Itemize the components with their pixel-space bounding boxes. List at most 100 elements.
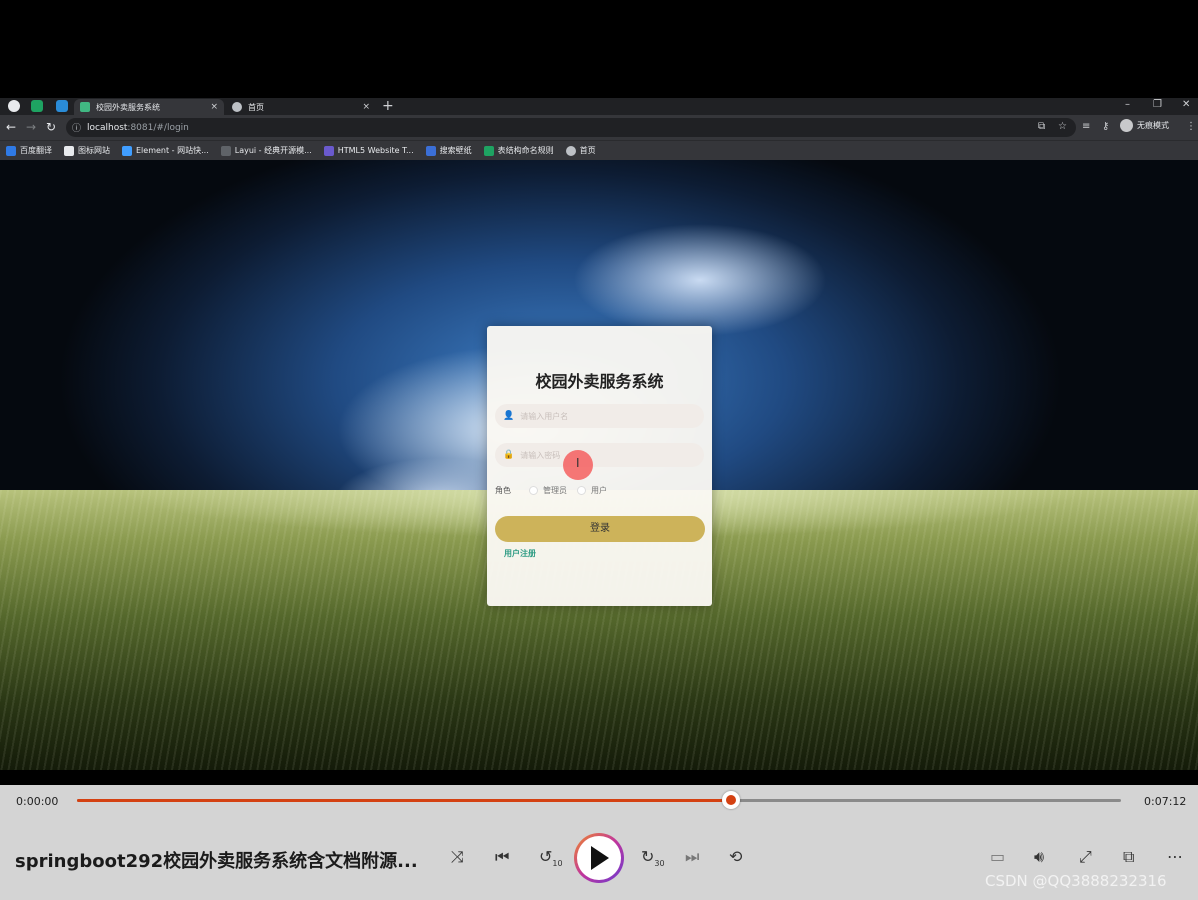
skip-forward-seconds: 30 [654,859,665,869]
translate-icon[interactable]: ⧉ [1038,121,1045,133]
bookmark-item[interactable]: 百度翻译 [6,145,52,156]
site-info-icon[interactable]: ⓘ [72,121,81,134]
url-host: localhost [87,122,128,133]
bookmarks-bar: 百度翻译 图标网站 Element - 网站快... Layui - 经典开源模… [0,140,1198,160]
radio-button[interactable] [529,486,538,495]
seek-bar-progress [77,799,731,802]
page-title: 校园外卖服务系统 [535,372,664,391]
login-button[interactable]: 登录 [495,516,705,542]
more-icon[interactable]: ⋯ [1167,847,1183,867]
password-input[interactable]: 🔒 请输入密码 [495,443,704,467]
incognito-profile[interactable]: 无痕模式 [1120,119,1169,132]
play-button[interactable] [574,833,624,883]
flag-icon [64,145,74,156]
reload-icon[interactable]: ↻ [46,120,56,134]
repeat-icon[interactable]: ⟲ [729,847,742,867]
next-icon[interactable]: ⏭ [685,847,699,867]
username-input[interactable]: 👤 请输入用户名 [495,404,704,428]
seek-thumb[interactable] [722,791,740,809]
close-tab-icon[interactable]: × [362,102,370,112]
login-page-background: 校园外卖服务系统 👤 请输入用户名 🔒 请输入密码 角色 管理员 用户 登录 用… [0,160,1198,770]
total-time: 0:07:12 [1144,795,1187,808]
bookmark-label: 搜索壁纸 [439,146,472,155]
incognito-icon [1120,119,1133,132]
role-option-admin[interactable]: 管理员 [529,485,567,496]
play-icon [591,846,609,870]
element-icon [122,145,132,156]
text-cursor-icon: I [576,456,580,470]
forward-icon[interactable]: → [26,120,36,134]
bookmark-label: 图标网站 [78,146,110,155]
reading-list-icon[interactable]: ≡ [1082,121,1090,133]
browser-window: 校园外卖服务系统 × 首页 × + – ❐ ✕ ← → ↻ ⓘ localhos… [0,98,1198,160]
previous-icon[interactable]: ⏮ [495,847,509,867]
close-window-button[interactable]: ✕ [1182,98,1190,112]
login-card: 校园外卖服务系统 👤 请输入用户名 🔒 请输入密码 角色 管理员 用户 登录 用… [487,326,712,606]
url-path: :8081/#/login [127,122,189,133]
role-selector: 角色 管理员 用户 [495,485,617,496]
pinned-tab-bilibili-icon[interactable] [56,100,68,112]
tab-strip: 校园外卖服务系统 × 首页 × + – ❐ ✕ [0,98,1198,115]
captions-icon[interactable]: ▭ [990,847,1005,867]
layui-icon [220,145,231,156]
watermark-text: CSDN @QQ3888232316 [985,872,1167,890]
miniplayer-icon[interactable]: ⧉ [1123,847,1134,867]
browser-toolbar: ← → ↻ ⓘ localhost:8081/#/login ⧉ ☆ ≡ ⚷ 无… [0,115,1198,140]
role-option-label: 用户 [591,486,607,495]
vue-icon [80,102,90,112]
bookmark-item[interactable]: 表结构命名规则 [483,145,554,156]
fullscreen-icon[interactable]: ⤢ [1079,847,1092,867]
pinned-tab-icon[interactable] [31,100,43,112]
back-icon[interactable]: ← [6,120,16,134]
bookmark-label: HTML5 Website T... [337,146,414,155]
bookmark-item[interactable]: HTML5 Website T... [323,145,414,156]
skip-back-seconds: 10 [552,859,563,869]
lock-icon: 🔒 [503,450,515,460]
bookmark-label: 百度翻译 [20,146,52,155]
bookmark-item[interactable]: 图标网站 [64,145,110,156]
html5-icon [323,145,334,156]
baidu-translate-icon [6,145,16,156]
tab-title: 校园外卖服务系统 [96,102,160,112]
bookmark-label: Element - 网站快... [136,146,209,155]
bookmark-star-icon[interactable]: ☆ [1058,121,1067,133]
bookmark-item[interactable]: 搜索壁纸 [425,145,472,156]
minimize-button[interactable]: – [1125,98,1130,112]
globe-icon [565,145,576,156]
address-bar[interactable]: ⓘ localhost:8081/#/login [66,118,1076,137]
globe-icon [232,102,242,112]
profile-label: 无痕模式 [1137,121,1169,130]
video-title: springboot292校园外卖服务系统含文档附源... [15,851,418,872]
media-player-controls: 0:00:00 0:07:12 springboot292校园外卖服务系统含文档… [0,785,1198,900]
restore-button[interactable]: ❐ [1153,98,1162,112]
tab-title: 首页 [248,102,264,112]
current-time: 0:00:00 [16,795,59,808]
bookmark-label: Layui - 经典开源模... [234,146,312,155]
radio-button[interactable] [577,486,586,495]
skip-back-icon[interactable]: ↺10 [539,847,563,874]
browser-menu-more-icon[interactable]: ⋮ [1186,121,1196,133]
new-tab-button[interactable]: + [382,98,394,114]
role-option-label: 管理员 [543,486,567,495]
role-label: 角色 [495,486,511,495]
key-icon[interactable]: ⚷ [1102,121,1109,133]
tab-login[interactable]: 校园外卖服务系统 × [74,99,224,115]
close-tab-icon[interactable]: × [210,102,218,112]
volume-icon[interactable]: 🔊︎ [1034,847,1044,867]
table-icon [483,145,494,156]
wallpaper-icon [425,145,436,156]
user-icon: 👤 [503,411,515,421]
role-option-user[interactable]: 用户 [577,485,607,496]
bookmark-item[interactable]: Layui - 经典开源模... [220,145,312,156]
tab-home[interactable]: 首页 × [226,99,376,115]
browser-menu-icon[interactable] [8,100,20,112]
password-placeholder: 请输入密码 [520,450,561,460]
skip-forward-icon[interactable]: ↻30 [641,847,665,874]
username-placeholder: 请输入用户名 [520,411,569,421]
register-link[interactable]: 用户注册 [504,548,536,559]
bookmark-item[interactable]: Element - 网站快... [122,145,209,156]
bookmark-item[interactable]: 首页 [565,145,596,156]
bookmark-label: 首页 [579,146,596,155]
bookmark-label: 表结构命名规则 [497,146,554,155]
shuffle-icon[interactable]: ⤨ [451,847,464,867]
